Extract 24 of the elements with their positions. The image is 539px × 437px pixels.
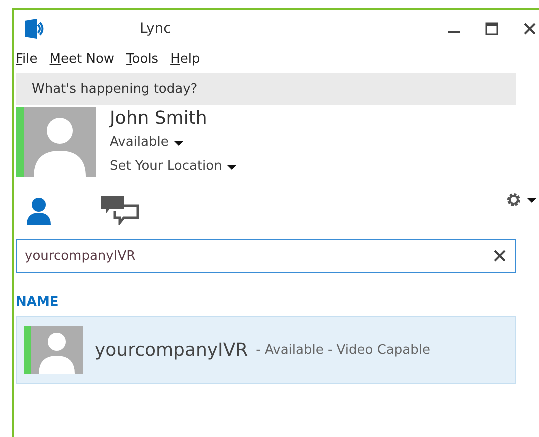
avatar-silhouette	[24, 107, 96, 177]
clear-icon[interactable]	[493, 249, 507, 263]
maximize-icon[interactable]	[485, 22, 499, 36]
app-logo-icon	[24, 18, 46, 40]
close-icon[interactable]	[523, 22, 537, 36]
status-dropdown[interactable]: Available	[110, 131, 238, 155]
contact-status: - Available - Video Capable	[256, 342, 430, 358]
window-title: Lync	[140, 21, 172, 37]
location-dropdown[interactable]: Set Your Location	[110, 155, 238, 179]
menu-item[interactable]: File	[16, 52, 38, 67]
gear-icon[interactable]	[505, 191, 523, 209]
avatar-silhouette	[31, 326, 83, 374]
menu-item[interactable]: Meet Now	[50, 52, 115, 67]
contact-result-row[interactable]: yourcompanyIVR - Available - Video Capable	[16, 316, 516, 384]
options-button[interactable]	[505, 191, 537, 209]
menu-item[interactable]: Tools	[126, 52, 159, 67]
contact-name: yourcompanyIVR	[95, 340, 248, 360]
conversations-tab-icon[interactable]	[100, 195, 140, 225]
status-note-field[interactable]: What's happening today?	[16, 73, 516, 105]
user-name: John Smith	[110, 107, 208, 131]
menu-item[interactable]: Help	[170, 52, 200, 67]
search-field[interactable]: yourcompanyIVR	[16, 239, 516, 273]
results-heading: NAME	[16, 295, 60, 310]
contacts-tab-icon[interactable]	[26, 197, 52, 225]
